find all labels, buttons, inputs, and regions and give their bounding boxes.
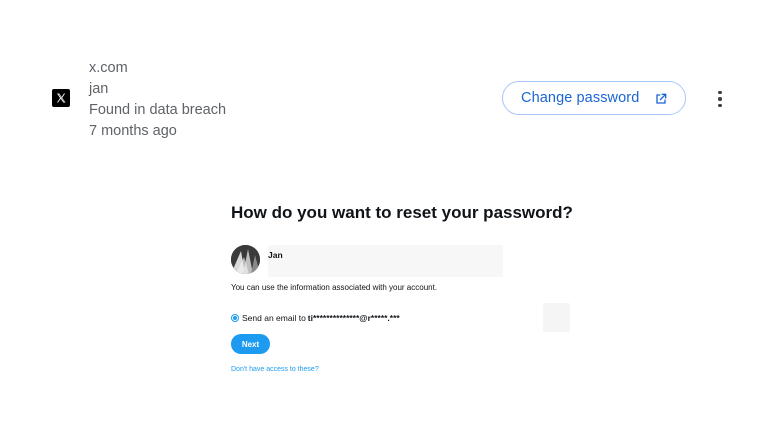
site-domain: x.com bbox=[89, 60, 128, 76]
masked-email: ti**************@r*****.*** bbox=[307, 313, 400, 323]
more-dot bbox=[718, 103, 722, 108]
redacted-area bbox=[268, 245, 503, 277]
change-password-label: Change password bbox=[521, 90, 640, 106]
more-dot bbox=[718, 90, 722, 95]
reset-title: How do you want to reset your password? bbox=[231, 203, 573, 222]
breach-details: x.com jan Found in data breach 7 months … bbox=[89, 58, 226, 142]
change-password-button[interactable]: Change password bbox=[502, 81, 686, 115]
breach-status: Found in data breach bbox=[89, 102, 227, 118]
no-access-link[interactable]: Don't have access to these? bbox=[231, 366, 319, 373]
account-row: Jan bbox=[231, 245, 503, 277]
account-name: Jan bbox=[268, 250, 283, 260]
page: x.com jan Found in data breach 7 months … bbox=[0, 0, 770, 433]
more-vert-icon[interactable] bbox=[710, 88, 730, 110]
radio-dot bbox=[233, 316, 237, 320]
x-logo-glyph bbox=[57, 93, 66, 103]
redacted-box bbox=[543, 303, 570, 332]
email-option-label: Send an email to bbox=[242, 313, 306, 323]
avatar-image bbox=[231, 245, 260, 274]
avatar bbox=[231, 245, 260, 274]
account-username: jan bbox=[89, 81, 109, 97]
email-radio[interactable] bbox=[231, 314, 239, 322]
breach-card: x.com jan Found in data breach 7 months … bbox=[0, 0, 770, 160]
next-button[interactable]: Next bbox=[231, 334, 270, 354]
breach-time: 7 months ago bbox=[89, 123, 177, 139]
open-in-new-icon bbox=[656, 93, 667, 104]
email-option[interactable]: Send an email to ti**************@r*****… bbox=[231, 312, 400, 324]
more-dot bbox=[718, 97, 722, 101]
x-logo-icon bbox=[52, 89, 70, 107]
info-text: You can use the information associated w… bbox=[231, 283, 438, 292]
